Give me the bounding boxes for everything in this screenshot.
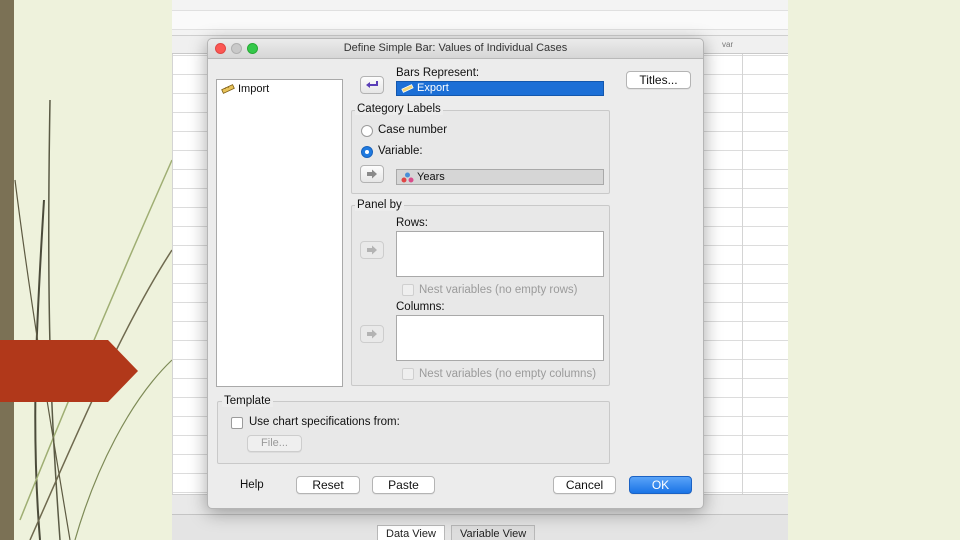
rows-panel-field[interactable] xyxy=(396,231,604,277)
move-to-columns-button[interactable] xyxy=(360,325,384,343)
editor-toolbar-area xyxy=(172,0,788,36)
nominal-variable-icon xyxy=(401,172,414,182)
move-to-rows-button[interactable] xyxy=(360,241,384,259)
source-variable-list[interactable]: Import xyxy=(216,79,343,387)
case-number-radio[interactable] xyxy=(361,125,373,137)
arrow-right-icon xyxy=(367,169,377,179)
nest-rows-checkbox[interactable] xyxy=(402,284,414,296)
arrow-right-icon xyxy=(367,329,377,339)
use-chart-spec-checkbox[interactable] xyxy=(231,417,243,429)
reset-button[interactable]: Reset xyxy=(296,476,360,494)
editor-toolstrip xyxy=(172,10,788,30)
dialog-titlebar[interactable]: Define Simple Bar: Values of Individual … xyxy=(208,39,703,59)
ok-button[interactable]: OK xyxy=(629,476,692,494)
nest-rows-label: Nest variables (no empty rows) xyxy=(419,284,578,296)
arrow-left-icon xyxy=(366,81,378,88)
columns-label: Columns: xyxy=(396,301,445,313)
tab-data-view[interactable]: Data View xyxy=(377,525,445,540)
bars-represent-field[interactable]: Export xyxy=(396,81,604,96)
columns-panel-field[interactable] xyxy=(396,315,604,361)
nest-columns-label: Nest variables (no empty columns) xyxy=(419,368,597,380)
nest-columns-checkbox[interactable] xyxy=(402,368,414,380)
list-item-import[interactable]: Import xyxy=(221,83,269,95)
titles-button[interactable]: Titles... xyxy=(626,71,691,89)
scale-ruler-icon xyxy=(221,84,235,94)
scale-ruler-icon xyxy=(401,84,414,93)
variable-radio[interactable] xyxy=(361,146,373,158)
category-variable-value: Years xyxy=(417,171,445,183)
column-header-var[interactable]: var xyxy=(722,40,733,49)
variable-name: Import xyxy=(238,83,270,95)
panel-by-title: Panel by xyxy=(355,199,404,211)
variable-label: Variable: xyxy=(378,145,423,157)
bars-represent-value: Export xyxy=(417,82,449,94)
file-button[interactable]: File... xyxy=(247,435,302,452)
tab-variable-view[interactable]: Variable View xyxy=(451,525,536,540)
dialog-title: Define Simple Bar: Values of Individual … xyxy=(343,42,568,54)
category-labels-title: Category Labels xyxy=(355,103,443,115)
template-title: Template xyxy=(222,395,273,407)
view-tab-bar: Data View Variable View xyxy=(172,514,788,540)
template-group xyxy=(217,401,610,464)
decorative-grass-lines xyxy=(14,99,173,540)
cancel-button[interactable]: Cancel xyxy=(553,476,616,494)
rows-label: Rows: xyxy=(396,217,428,229)
arrow-right-icon xyxy=(367,245,377,255)
define-simple-bar-dialog: Define Simple Bar: Values of Individual … xyxy=(207,38,704,509)
move-to-category-variable-button[interactable] xyxy=(360,165,384,183)
bars-represent-label: Bars Represent: xyxy=(396,67,480,79)
category-variable-field[interactable]: Years xyxy=(396,169,604,185)
help-button[interactable]: Help xyxy=(240,479,264,491)
case-number-label: Case number xyxy=(378,124,448,136)
move-to-bars-represent-button[interactable] xyxy=(360,76,384,94)
use-chart-spec-label: Use chart specifications from: xyxy=(249,416,400,428)
paste-button[interactable]: Paste xyxy=(372,476,435,494)
